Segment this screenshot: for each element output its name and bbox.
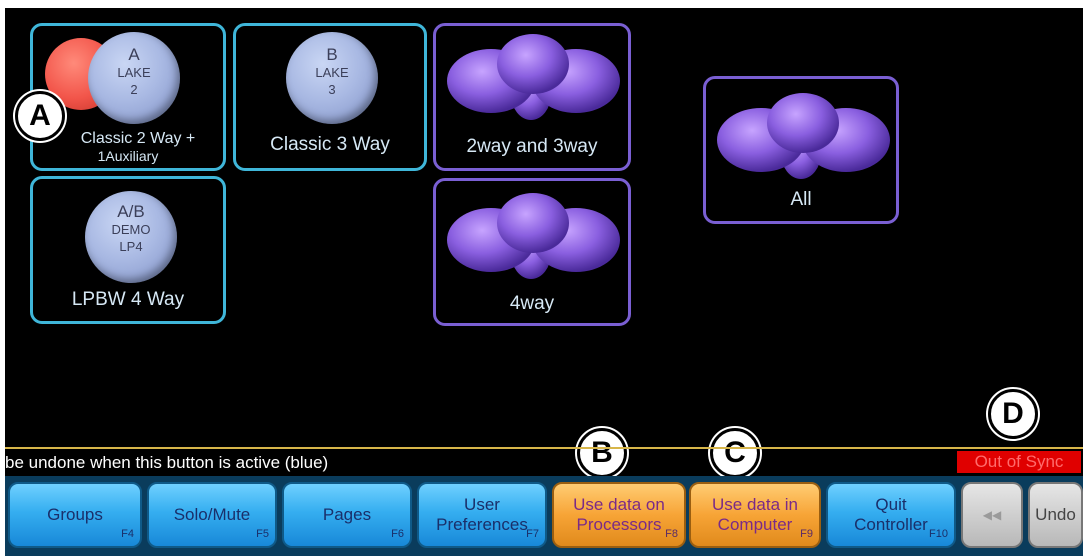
tile-label: 4way [509, 293, 555, 314]
function-key-label: F6 [391, 528, 404, 540]
function-key-label: F7 [526, 528, 539, 540]
status-divider [5, 447, 1083, 449]
group-icon [447, 34, 620, 120]
function-key-label: F8 [665, 528, 678, 540]
module-disc-b: B LAKE 3 [286, 32, 378, 124]
bottom-toolbar: Groups F4 Solo/Mute F5 Pages F6 User Pre… [5, 476, 1083, 556]
pages-button[interactable]: Pages F6 [282, 482, 412, 548]
rewind-button[interactable]: ◀◀ [961, 482, 1023, 548]
function-key-label: F4 [121, 528, 134, 540]
undo-button[interactable]: Undo [1028, 482, 1083, 548]
group-tile-4way[interactable]: 4way [433, 178, 631, 326]
function-key-label: F9 [800, 528, 813, 540]
button-label: Undo [1035, 505, 1076, 524]
solo-mute-button[interactable]: Solo/Mute F5 [147, 482, 277, 548]
button-label-line2: Preferences [436, 515, 528, 534]
controller-screen: A LAKE 2 Classic 2 Way + 1Auxiliary B LA… [5, 8, 1083, 556]
button-label-line1: Use data in [712, 495, 798, 514]
button-label-line2: Controller [854, 515, 928, 534]
tile-label: LPBW 4 Way [71, 289, 185, 310]
button-label: Groups [47, 505, 103, 524]
group-icon [717, 93, 890, 179]
button-label: Pages [322, 505, 372, 524]
tile-label-line2: 1Auxiliary [97, 148, 159, 164]
callout-marker-b: B [577, 428, 627, 478]
button-label-line1: User [464, 495, 500, 514]
quit-controller-button[interactable]: Quit Controller F10 [826, 482, 956, 548]
button-label: Solo/Mute [173, 505, 251, 524]
button-label-line1: Use data on [573, 495, 665, 514]
use-data-on-processors-button[interactable]: Use data on Processors F8 [552, 482, 686, 548]
tile-label: Classic 3 Way [270, 134, 390, 155]
group-icon [447, 193, 620, 279]
use-data-in-computer-button[interactable]: Use data in Computer F9 [689, 482, 821, 548]
button-label-line1: Quit [875, 495, 907, 514]
tile-label: 2way and 3way [466, 136, 598, 157]
function-key-label: F10 [929, 528, 948, 540]
tile-label-line1: Classic 2 Way + [80, 130, 196, 147]
callout-marker-d: D [988, 389, 1038, 439]
out-of-sync-badge: Out of Sync [957, 451, 1081, 473]
rewind-icon: ◀◀ [982, 508, 1002, 522]
tile-label: All [790, 189, 812, 210]
button-label-line2: Processors [576, 515, 662, 534]
module-disc-ab: A/B DEMO LP4 [85, 191, 177, 283]
module-tile-classic-2-way[interactable]: A LAKE 2 Classic 2 Way + 1Auxiliary [30, 23, 226, 171]
group-tile-all[interactable]: All [703, 76, 899, 224]
callout-marker-c: C [710, 428, 760, 478]
button-label-line2: Computer [717, 515, 793, 534]
callout-marker-a: A [15, 91, 65, 141]
status-message: be undone when this button is active (bl… [5, 453, 329, 472]
module-tile-lpbw-4-way[interactable]: A/B DEMO LP4 LPBW 4 Way [30, 176, 226, 324]
function-key-label: F5 [256, 528, 269, 540]
module-disc-a: A LAKE 2 [88, 32, 180, 124]
user-preferences-button[interactable]: User Preferences F7 [417, 482, 547, 548]
group-tile-2way-and-3way[interactable]: 2way and 3way [433, 23, 631, 171]
module-tile-classic-3-way[interactable]: B LAKE 3 Classic 3 Way [233, 23, 427, 171]
groups-button[interactable]: Groups F4 [8, 482, 142, 548]
